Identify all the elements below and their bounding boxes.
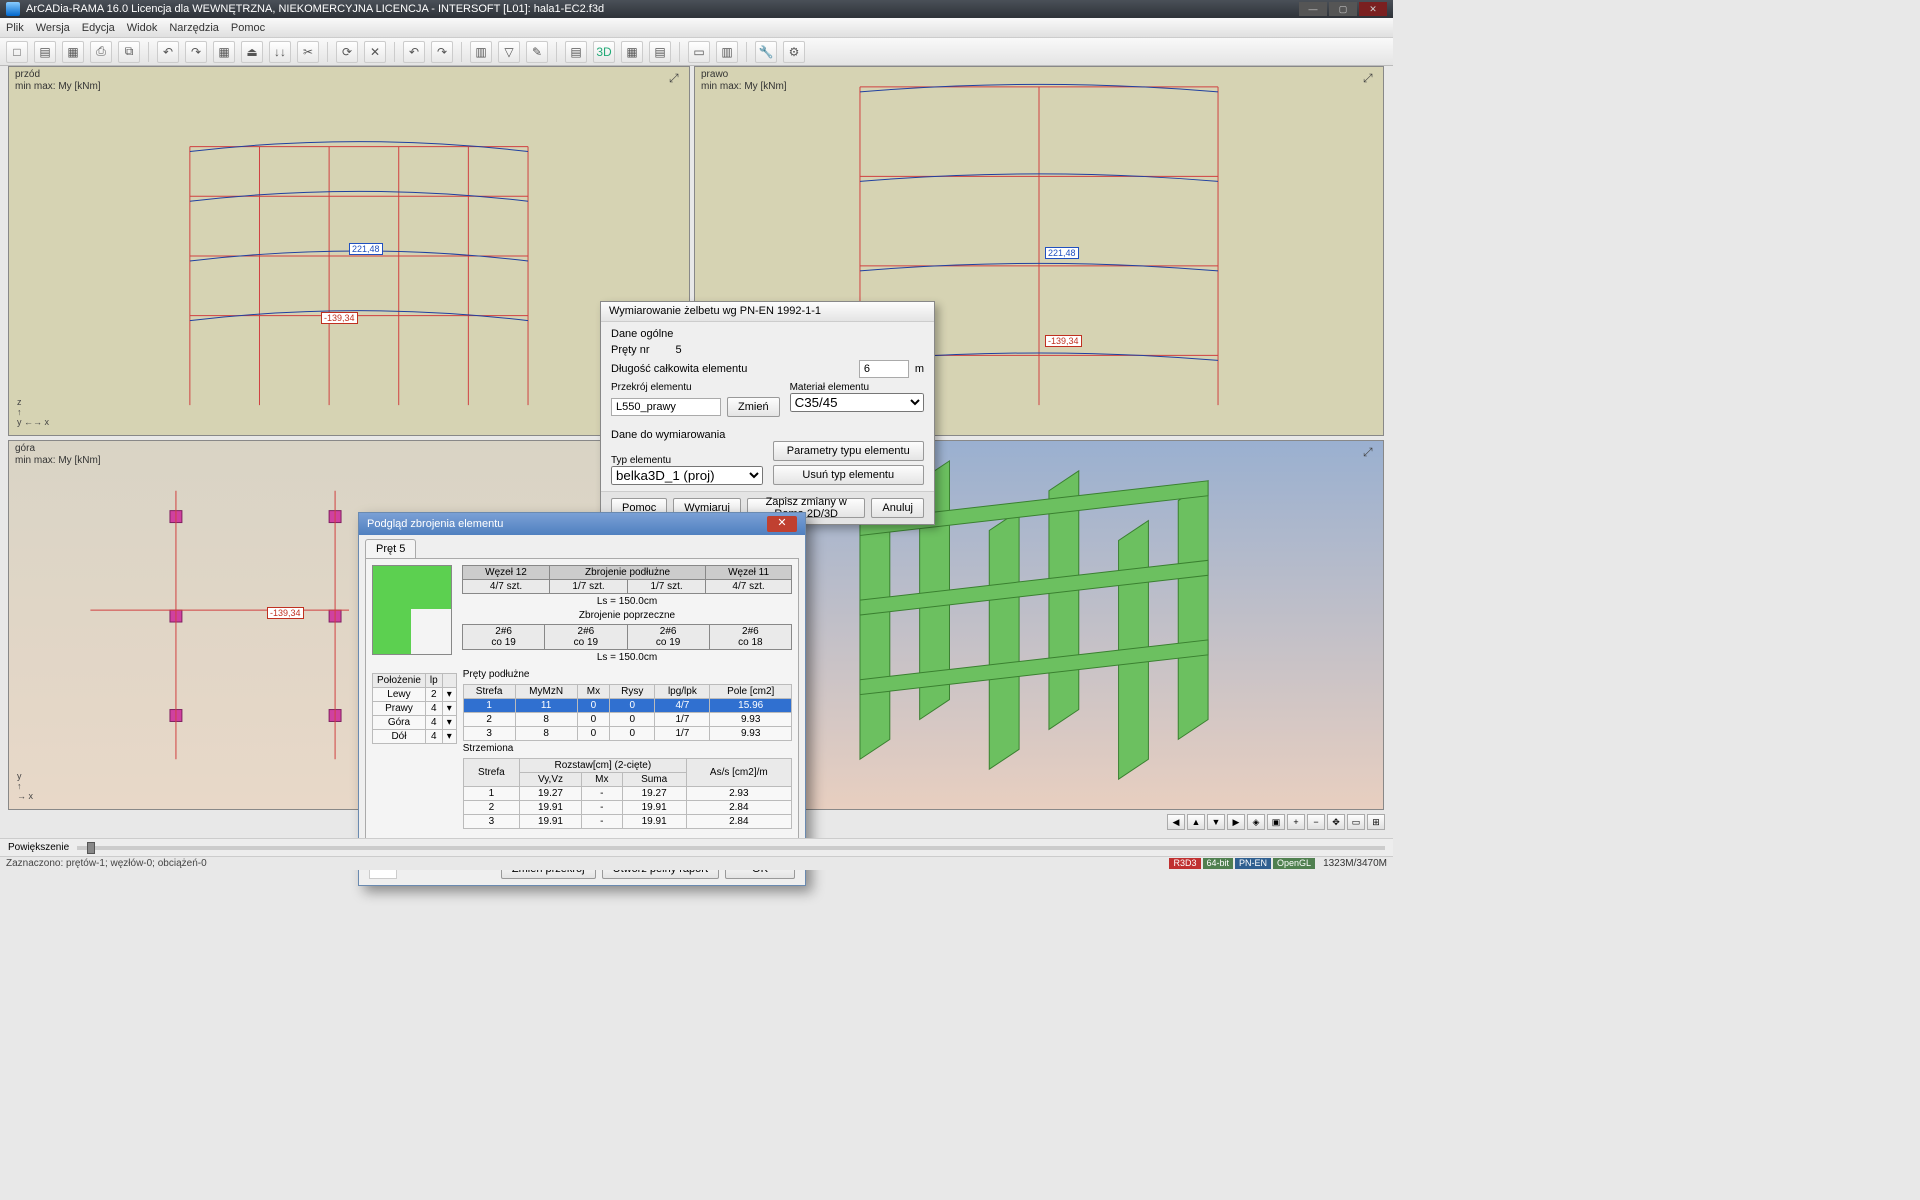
iso-icon[interactable]: ◈: [1247, 814, 1265, 830]
rotate-icon[interactable]: ⟳: [336, 41, 358, 63]
window-buttons: — ▢ ✕: [1299, 2, 1387, 16]
up-icon[interactable]: ▲: [1187, 814, 1205, 830]
viewport-front[interactable]: przódmin max: My [kNm] ⤢ 221,48 -139,34 …: [8, 66, 690, 436]
menu-plik[interactable]: Plik: [6, 22, 24, 34]
change-button[interactable]: Zmień: [727, 397, 780, 417]
view-toolbar: ◀ ▲ ▼ ▶ ◈ ▣ + − ✥ ▭ ⊞: [1167, 814, 1385, 830]
zoom-slider[interactable]: [87, 842, 95, 854]
maximize-button[interactable]: ▢: [1329, 2, 1357, 16]
fit-icon[interactable]: ▣: [1267, 814, 1285, 830]
app-logo-icon: [6, 2, 20, 16]
section-field[interactable]: [611, 398, 721, 416]
main-toolbar: □ ▤ ▦ ⎙ ⧉ ↶ ↷ ▦ ⏏ ↓↓ ✂ ⟳ ✕ ↶ ↷ ▥ ▽ ✎ ▤ 3…: [0, 38, 1393, 66]
tab-pret5[interactable]: Pręt 5: [365, 539, 416, 558]
filter-icon[interactable]: ▽: [498, 41, 520, 63]
window-title: ArCADia-RAMA 16.0 Licencja dla WEWNĘTRZN…: [26, 3, 604, 15]
edit-icon[interactable]: ✎: [526, 41, 548, 63]
minimize-button[interactable]: —: [1299, 2, 1327, 16]
badge-pn-en: PN-EN: [1235, 858, 1271, 869]
new-icon[interactable]: □: [6, 41, 28, 63]
menu-edycja[interactable]: Edycja: [82, 22, 115, 34]
title-bar: ArCADia-RAMA 16.0 Licencja dla WEWNĘTRZN…: [0, 0, 1393, 18]
redo-icon[interactable]: ↷: [185, 41, 207, 63]
zoom-in-icon[interactable]: +: [1287, 814, 1305, 830]
type-delete-button[interactable]: Usuń typ elementu: [773, 465, 925, 485]
viewport-area: przódmin max: My [kNm] ⤢ 221,48 -139,34 …: [0, 66, 1393, 858]
table-icon[interactable]: ▤: [565, 41, 587, 63]
dialog-title: Wymiarowanie żelbetu wg PN-EN 1992-1-1: [601, 302, 934, 322]
menu-wersja[interactable]: Wersja: [36, 22, 70, 34]
calc2-icon[interactable]: ▭: [688, 41, 710, 63]
copy-icon[interactable]: ⧉: [118, 41, 140, 63]
close-icon[interactable]: ✕: [767, 516, 797, 532]
back-icon[interactable]: ↶: [403, 41, 425, 63]
type-select[interactable]: belka3D_1 (proj): [611, 466, 763, 485]
stirrups-table: StrefaRozstaw[cm] (2-cięte)As/s [cm2]/m …: [463, 758, 792, 829]
right-icon[interactable]: ▶: [1227, 814, 1245, 830]
calc-icon[interactable]: ▥: [470, 41, 492, 63]
position-table: Położenielp Lewy2▾ Prawy4▾ Góra4▾ Dół4▾: [372, 673, 457, 744]
table-row[interactable]: 119.27-19.272.93: [463, 787, 791, 801]
results-icon[interactable]: ▦: [621, 41, 643, 63]
fwd-icon[interactable]: ↷: [431, 41, 453, 63]
supports-icon[interactable]: ⏏: [241, 41, 263, 63]
badge-opengl: OpenGL: [1273, 858, 1315, 869]
type-params-button[interactable]: Parametry typu elementu: [773, 441, 925, 461]
table-row[interactable]: 38001/79.93: [463, 727, 791, 741]
expand-icon[interactable]: ⤢: [1363, 71, 1377, 85]
length-field[interactable]: [859, 360, 909, 378]
wrench-icon[interactable]: 🔧: [755, 41, 777, 63]
zoom-out-icon[interactable]: −: [1307, 814, 1325, 830]
save-icon[interactable]: ▦: [62, 41, 84, 63]
status-bar: Zaznaczono: prętów-1; węzłów-0; obciążeń…: [0, 856, 1393, 870]
expand-icon[interactable]: ⤢: [669, 71, 683, 85]
reinforcement-preview-dialog: Podgląd zbrojenia elementu✕ Pręt 5 Węzeł…: [358, 512, 806, 886]
axis-indicator: y↑→ x: [17, 771, 33, 801]
menu-widok[interactable]: Widok: [127, 22, 158, 34]
cut-icon[interactable]: ✂: [297, 41, 319, 63]
cancel-button[interactable]: Anuluj: [871, 498, 924, 518]
report-icon[interactable]: ▤: [649, 41, 671, 63]
list-icon[interactable]: ▥: [716, 41, 738, 63]
grid-icon[interactable]: ▦: [213, 41, 235, 63]
badge-r3d3: R3D3: [1169, 858, 1200, 869]
section-shape: [372, 565, 452, 655]
axis-indicator: z↑y ←→ x: [17, 397, 49, 427]
expand-icon[interactable]: ⤢: [1363, 445, 1377, 459]
down-icon[interactable]: ▼: [1207, 814, 1225, 830]
table-row[interactable]: 219.91-19.912.84: [463, 801, 791, 815]
undo-icon[interactable]: ↶: [157, 41, 179, 63]
table-row[interactable]: 319.91-19.912.84: [463, 815, 791, 829]
menu-narzedzia[interactable]: Narzędzia: [169, 22, 219, 34]
split-icon[interactable]: ⊞: [1367, 814, 1385, 830]
loads-icon[interactable]: ↓↓: [269, 41, 291, 63]
menu-bar: Plik Wersja Edycja Widok Narzędzia Pomoc: [0, 18, 1393, 38]
pan-icon[interactable]: ✥: [1327, 814, 1345, 830]
open-icon[interactable]: ▤: [34, 41, 56, 63]
menu-pomoc[interactable]: Pomoc: [231, 22, 265, 34]
left-icon[interactable]: ◀: [1167, 814, 1185, 830]
print-icon[interactable]: ⎙: [90, 41, 112, 63]
longitudinal-table: StrefaMyMzNMxRysylpg/lpkPole [cm2] 11100…: [463, 684, 792, 741]
close-button[interactable]: ✕: [1359, 2, 1387, 16]
material-select[interactable]: C35/45: [790, 393, 924, 412]
dialog2-title: Podgląd zbrojenia elementu: [367, 518, 503, 530]
settings-icon[interactable]: ⚙: [783, 41, 805, 63]
table-row[interactable]: 111004/715.96: [463, 699, 791, 713]
delete-icon[interactable]: ✕: [364, 41, 386, 63]
zoom-bar: Powiększenie: [0, 838, 1393, 856]
3d-icon[interactable]: 3D: [593, 41, 615, 63]
dimensioning-dialog: Wymiarowanie żelbetu wg PN-EN 1992-1-1 D…: [600, 301, 935, 525]
win-icon[interactable]: ▭: [1347, 814, 1365, 830]
badge-64bit: 64-bit: [1203, 858, 1234, 869]
table-row[interactable]: 28001/79.93: [463, 713, 791, 727]
